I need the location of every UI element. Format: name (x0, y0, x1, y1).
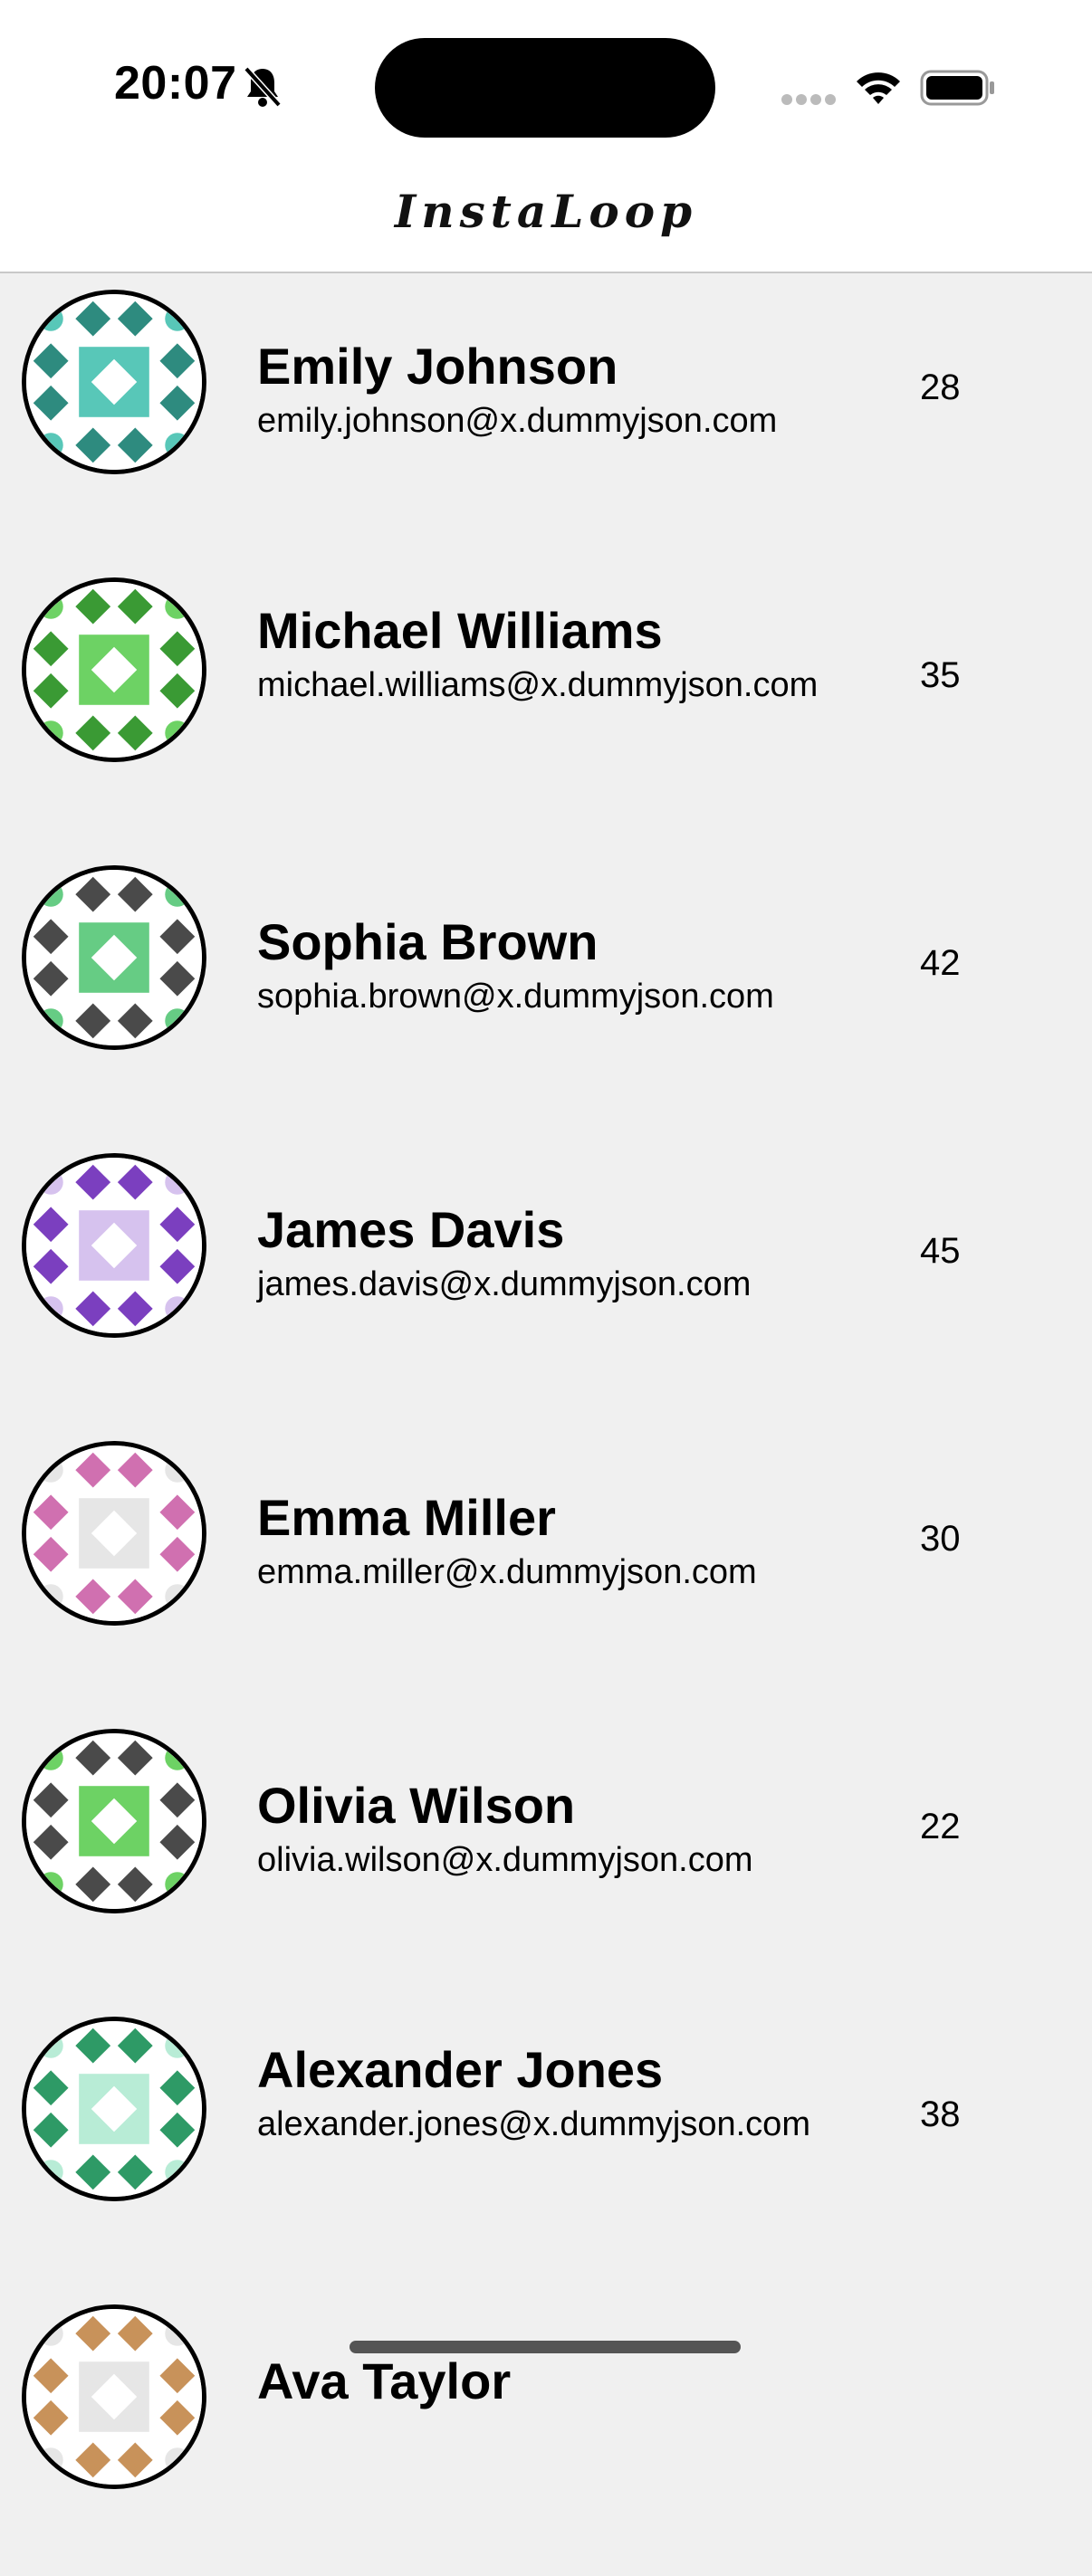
home-indicator[interactable] (350, 2341, 741, 2353)
user-name: Ava Taylor (257, 2352, 512, 2409)
user-name: Emma Miller (257, 1489, 556, 1546)
user-name: James Davis (257, 1201, 565, 1258)
user-age: 38 (920, 2094, 961, 2134)
user-name: Sophia Brown (257, 913, 599, 970)
user-email: emma.miller@x.dummyjson.com (257, 1553, 757, 1591)
user-age: 22 (920, 1807, 961, 1846)
dynamic-island (375, 38, 715, 138)
identicon-pattern (26, 870, 202, 1045)
user-row[interactable]: Michael Williams michael.williams@x.dumm… (0, 561, 1092, 849)
identicon-pattern (26, 2021, 202, 2197)
user-age: 45 (920, 1231, 961, 1271)
user-name: Michael Williams (257, 602, 663, 659)
user-avatar (22, 1729, 206, 1913)
user-avatar (22, 577, 206, 762)
user-age: 35 (920, 655, 961, 695)
top-bar: 20:07 InstaLoop (0, 0, 1092, 273)
app-title: InstaLoop (394, 185, 698, 238)
identicon-pattern (26, 2309, 202, 2485)
user-avatar (22, 865, 206, 1050)
user-avatar (22, 1441, 206, 1626)
bell-slash-icon (244, 66, 282, 108)
battery-icon (920, 70, 994, 106)
user-age: 28 (920, 367, 961, 407)
user-row[interactable]: James Davis james.davis@x.dummyjson.com … (0, 1137, 1092, 1425)
user-row[interactable]: Ava Taylor (0, 2288, 1092, 2576)
user-row[interactable]: Sophia Brown sophia.brown@x.dummyjson.co… (0, 849, 1092, 1137)
user-email: michael.williams@x.dummyjson.com (257, 666, 819, 704)
wifi-icon (857, 72, 900, 104)
user-age: 42 (920, 943, 961, 983)
user-email: sophia.brown@x.dummyjson.com (257, 978, 774, 1016)
user-age: 30 (920, 1519, 961, 1559)
user-email: olivia.wilson@x.dummyjson.com (257, 1841, 753, 1879)
user-avatar (22, 1153, 206, 1338)
user-row[interactable]: Emma Miller emma.miller@x.dummyjson.com … (0, 1425, 1092, 1713)
identicon-pattern (26, 1445, 202, 1621)
identicon-pattern (26, 1158, 202, 1333)
user-row[interactable]: Alexander Jones alexander.jones@x.dummyj… (0, 2000, 1092, 2288)
user-email: emily.johnson@x.dummyjson.com (257, 402, 778, 440)
user-name: Alexander Jones (257, 2041, 664, 2098)
user-avatar (22, 2304, 206, 2489)
identicon-pattern (26, 294, 202, 470)
user-email: james.davis@x.dummyjson.com (257, 1265, 752, 1303)
user-email: alexander.jones@x.dummyjson.com (257, 2105, 810, 2143)
identicon-pattern (26, 1733, 202, 1909)
user-name: Olivia Wilson (257, 1777, 576, 1834)
cellular-signal-icon (781, 94, 836, 105)
user-avatar (22, 290, 206, 474)
user-name: Emily Johnson (257, 338, 618, 395)
user-row[interactable]: Emily Johnson emily.johnson@x.dummyjson.… (0, 273, 1092, 561)
user-avatar (22, 2017, 206, 2201)
user-row[interactable]: Olivia Wilson olivia.wilson@x.dummyjson.… (0, 1713, 1092, 2000)
identicon-pattern (26, 582, 202, 758)
status-time: 20:07 (114, 57, 237, 110)
